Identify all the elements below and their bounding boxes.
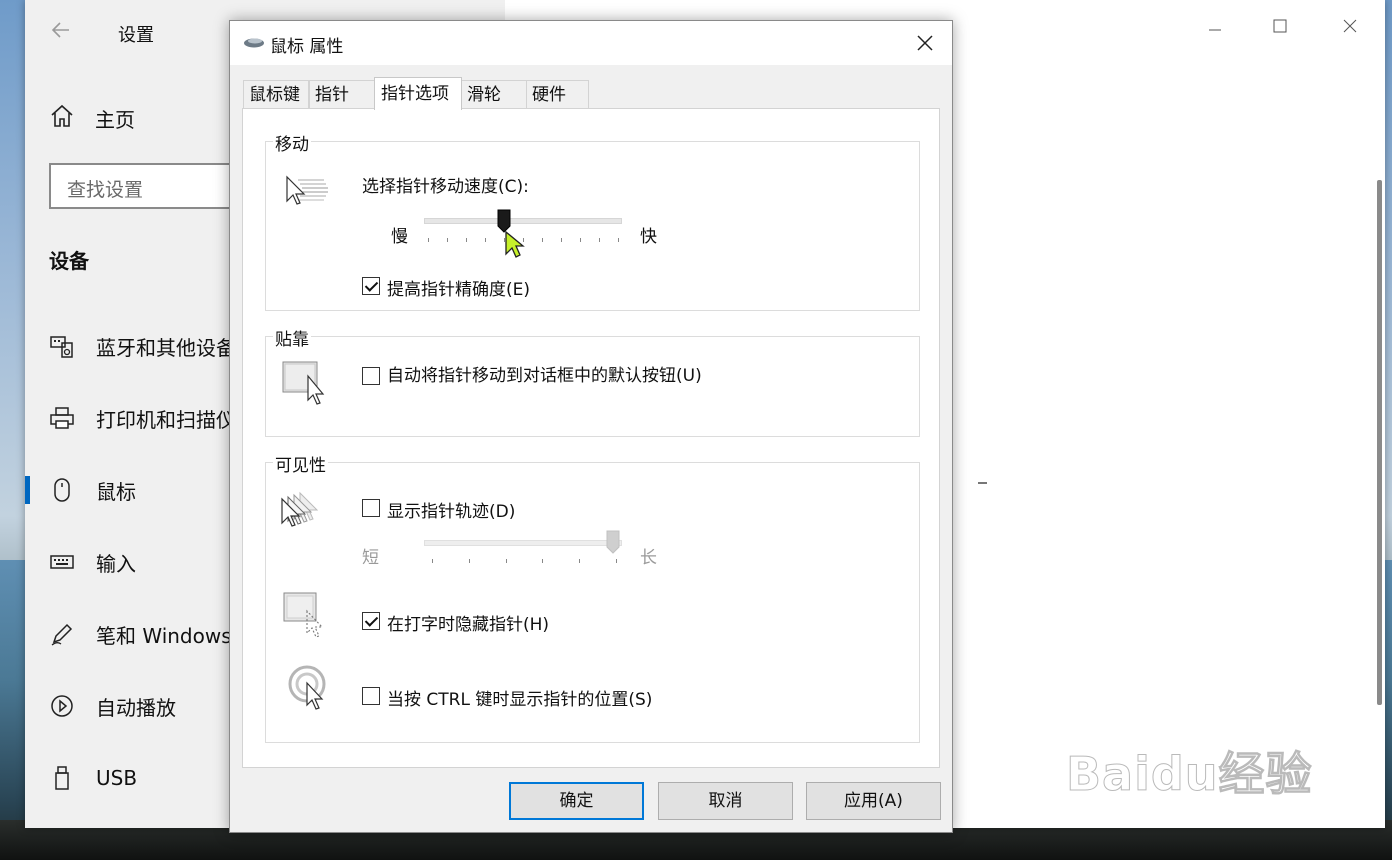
section-title: 设备 <box>49 249 89 273</box>
motion-group: 移动 选择指针移动速度(C): 慢 快 提高指针精确度(E) <box>265 130 920 311</box>
watermark-url: jingyan.baidu.com <box>1070 796 1255 820</box>
pointer-trails-label: 显示指针轨迹(D) <box>387 502 516 522</box>
visibility-group: 可见性 显示指针轨迹(D) 短 长 在打字时隐藏指针(H) 当按 CTRL 键时… <box>265 451 920 743</box>
cancel-button[interactable]: 取消 <box>658 782 793 820</box>
sidebar-item-label: 自动播放 <box>96 695 176 720</box>
slider-tick <box>542 559 544 563</box>
hide-while-typing-checkbox[interactable] <box>362 612 380 630</box>
keyboard-icon <box>49 549 75 575</box>
slider-tick <box>428 238 429 242</box>
apply-button[interactable]: 应用(A) <box>806 782 941 820</box>
snap-legend: 贴靠 <box>273 325 311 350</box>
mouse-cursor-icon <box>505 230 525 258</box>
pointer-trails-icon <box>281 491 319 527</box>
show-location-ctrl-label: 当按 CTRL 键时显示指针的位置(S) <box>387 690 653 710</box>
watermark-brand: Baidu经验 <box>1066 747 1313 802</box>
speed-slider-track[interactable] <box>424 218 622 224</box>
trails-slider-ticks <box>432 559 617 565</box>
slider-tick <box>485 238 486 242</box>
home-icon <box>49 103 75 133</box>
tab-pointers[interactable]: 指针 <box>309 80 375 109</box>
slider-tick <box>447 238 448 242</box>
slider-tick <box>580 238 581 242</box>
autoplay-icon <box>49 693 75 719</box>
trails-slider-track[interactable] <box>424 540 622 546</box>
dialog-title: 鼠标 属性 <box>270 37 344 57</box>
sidebar-item-label: 鼠标 <box>96 479 136 504</box>
tab-pointer-options[interactable]: 指针选项 <box>374 77 462 110</box>
slider-tick <box>579 559 581 563</box>
hide-while-typing-label: 在打字时隐藏指针(H) <box>387 615 550 635</box>
usb-icon <box>49 765 75 791</box>
snap-to-checkbox[interactable] <box>362 367 380 385</box>
scrollbar[interactable] <box>1377 180 1382 705</box>
tab-buttons[interactable]: 鼠标键 <box>243 80 309 109</box>
slider-tick <box>561 238 562 242</box>
slider-tick <box>466 238 467 242</box>
slider-tick <box>618 238 619 242</box>
trails-slider-thumb[interactable] <box>606 530 620 554</box>
visibility-legend: 可见性 <box>273 451 328 476</box>
slider-tick <box>599 238 600 242</box>
long-label: 长 <box>640 548 657 568</box>
divider <box>978 482 987 484</box>
mouse-properties-dialog: 鼠标 属性 鼠标键 指针 指针选项 滑轮 硬件 移动 选择指针移动速度(C): … <box>229 20 953 833</box>
bluetooth-devices-icon <box>49 333 75 359</box>
show-location-icon <box>288 665 326 710</box>
search-placeholder: 查找设置 <box>67 179 144 201</box>
nav-home[interactable]: 主页 <box>49 103 135 133</box>
tab-hardware[interactable]: 硬件 <box>526 80 589 109</box>
maximize-button[interactable] <box>1260 18 1300 46</box>
sidebar-item-label: 输入 <box>96 551 136 576</box>
precision-checkbox[interactable] <box>362 277 380 295</box>
baidu-watermark: Baidu经验 jingyan.baidu.com <box>1066 708 1316 828</box>
hide-while-typing-icon <box>283 592 324 638</box>
slider-tick <box>505 559 507 563</box>
sidebar-item-label: 打印机和扫描仪 <box>96 407 236 432</box>
slider-tick <box>616 559 617 563</box>
speed-label: 选择指针移动速度(C): <box>362 177 529 197</box>
back-arrow-icon[interactable] <box>49 18 73 42</box>
active-indicator <box>25 476 30 504</box>
home-label: 主页 <box>95 107 135 132</box>
pointer-trails-checkbox[interactable] <box>362 499 380 517</box>
close-dialog-button[interactable] <box>910 29 940 57</box>
close-window-button[interactable] <box>1330 18 1370 46</box>
minimize-button[interactable] <box>1195 18 1235 46</box>
fast-label: 快 <box>640 227 657 247</box>
mouse-icon <box>49 477 75 503</box>
snap-to-icon <box>282 361 325 405</box>
tab-wheel[interactable]: 滑轮 <box>461 80 527 109</box>
ok-button[interactable]: 确定 <box>509 782 644 820</box>
slow-label: 慢 <box>391 227 408 247</box>
sidebar-item-label: USB <box>96 766 138 790</box>
motion-legend: 移动 <box>273 130 311 155</box>
app-title: 设置 <box>118 25 154 46</box>
short-label: 短 <box>362 548 379 568</box>
pointer-speed-icon <box>286 175 328 205</box>
slider-tick <box>432 559 433 563</box>
slider-tick <box>542 238 543 242</box>
snap-group: 贴靠 自动将指针移动到对话框中的默认按钮(U) <box>265 325 920 437</box>
precision-label: 提高指针精确度(E) <box>387 280 531 300</box>
sidebar-item-label: 蓝牙和其他设备 <box>96 335 236 360</box>
slider-tick <box>468 559 470 563</box>
printer-icon <box>49 405 75 431</box>
pen-icon <box>49 621 75 647</box>
show-location-ctrl-checkbox[interactable] <box>362 687 380 705</box>
tab-panel: 移动 选择指针移动速度(C): 慢 快 提高指针精确度(E) 贴靠 自动将指针移… <box>242 108 940 768</box>
snap-to-label: 自动将指针移动到对话框中的默认按钮(U) <box>387 366 702 386</box>
mouse-device-icon <box>244 38 264 48</box>
dialog-titlebar: 鼠标 属性 <box>230 21 952 65</box>
